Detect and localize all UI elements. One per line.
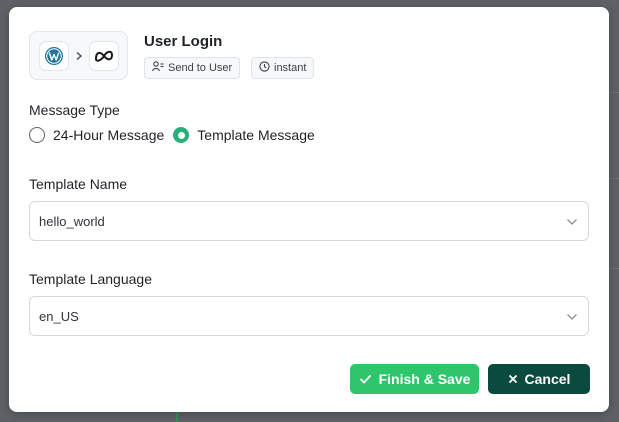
check-icon (359, 371, 372, 387)
radio-button-selected[interactable] (173, 127, 190, 143)
modal-title: User Login (144, 33, 223, 50)
template-language-value: en_US (39, 308, 79, 324)
finish-save-button[interactable]: Finish & Save (350, 364, 479, 394)
clock-icon (259, 61, 270, 75)
message-type-label: Message Type (29, 102, 120, 118)
message-type-radio-group: 24-Hour Message Template Message (29, 127, 324, 143)
backdrop-line (609, 92, 619, 93)
chevron-right-icon (69, 51, 89, 61)
radio-option-label: 24-Hour Message (53, 127, 165, 143)
user-list-icon (152, 61, 164, 75)
radio-option-24-hour[interactable]: 24-Hour Message (29, 127, 164, 143)
template-name-value: hello_world (39, 213, 105, 229)
action-chip-label: Send to User (168, 62, 233, 74)
backdrop-line (609, 268, 619, 269)
template-language-label: Template Language (29, 271, 152, 287)
finish-save-label: Finish & Save (378, 371, 471, 387)
action-chip: Send to User (144, 57, 241, 79)
wordpress-icon (39, 40, 69, 71)
close-icon (508, 371, 518, 387)
integration-pair (29, 31, 128, 80)
template-language-select[interactable]: en_US (29, 296, 589, 336)
template-name-select[interactable]: hello_world (29, 201, 589, 241)
template-name-label: Template Name (29, 176, 128, 192)
trigger-chip-label: instant (274, 62, 307, 74)
radio-option-label: Template Message (197, 127, 315, 143)
cancel-label: Cancel (524, 371, 571, 387)
trigger-chip: instant (251, 57, 315, 79)
meta-icon (89, 40, 119, 71)
chevron-down-icon (566, 309, 578, 324)
backdrop-line (609, 178, 619, 179)
backdrop-accent (176, 412, 178, 422)
radio-option-template[interactable]: Template Message (173, 127, 315, 143)
cancel-button[interactable]: Cancel (488, 364, 590, 394)
action-config-modal: User Login Send to User instant Message … (9, 7, 609, 412)
radio-button[interactable] (29, 127, 45, 143)
chevron-down-icon (566, 214, 578, 229)
